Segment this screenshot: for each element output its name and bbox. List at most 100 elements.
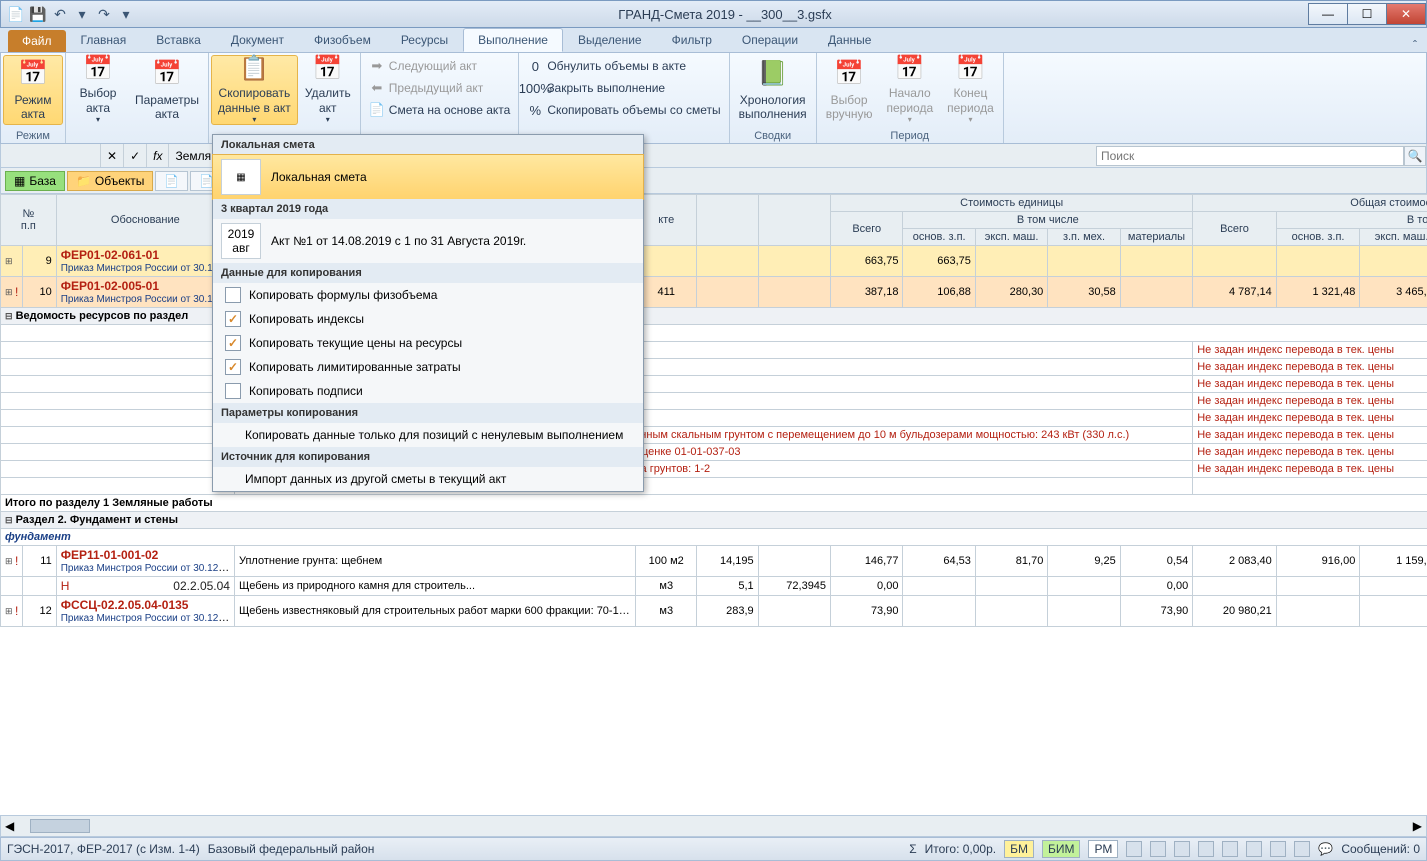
maximize-button[interactable]: ☐ (1347, 3, 1387, 25)
check-limits[interactable]: ✓Копировать лимитированные затраты (213, 355, 643, 379)
tab-filter[interactable]: Фильтр (657, 28, 727, 52)
act-mode-button[interactable]: 📅Режим акта (3, 55, 63, 125)
minimize-button[interactable]: — (1308, 3, 1348, 25)
tab-main[interactable]: Главная (66, 28, 142, 52)
col-osnov2[interactable]: основ. з.п. (1276, 229, 1360, 246)
period-end-button[interactable]: 📅Конец периода▾ (940, 55, 1001, 125)
qat-customize-icon[interactable]: ▾ (117, 5, 135, 23)
search-icon: 🔍 (1408, 149, 1423, 163)
table-row[interactable]: Н 02.2.05.04Щебень из природного камня д… (1, 577, 1427, 596)
horizontal-scrollbar[interactable]: ◀ ▶ (0, 815, 1427, 837)
zero-volumes-item[interactable]: 0Обнулить объемы в акте (521, 55, 726, 77)
col-kte[interactable]: кте (636, 195, 697, 246)
select-act-button[interactable]: 📅Выбор акта▾ (68, 55, 128, 125)
tab-fizobyem[interactable]: Физобъем (299, 28, 386, 52)
import-data-item[interactable]: Импорт данных из другой сметы в текущий … (213, 467, 643, 491)
col-qty2[interactable] (758, 195, 830, 246)
tab-data[interactable]: Данные (813, 28, 886, 52)
baza-button[interactable]: ▦База (5, 171, 65, 191)
scroll-thumb[interactable] (30, 819, 90, 833)
chronology-button[interactable]: 📗Хронология выполнения (732, 55, 814, 125)
status-icon4[interactable] (1198, 841, 1214, 857)
status-bar: ГЭСН-2017, ФЕР-2017 (с Изм. 1-4) Базовый… (0, 837, 1427, 861)
fx-icon[interactable]: fx (147, 144, 169, 167)
copy-data-to-act-button[interactable]: 📋Скопировать данные в акт▾ (211, 55, 298, 125)
col-zpmeh1[interactable]: з.п. мех. (1048, 229, 1120, 246)
close-execution-item[interactable]: 100%Закрыть выполнение (521, 77, 726, 99)
tab-operations[interactable]: Операции (727, 28, 813, 52)
qat-save-icon[interactable]: 💾 (29, 5, 47, 23)
col-basis[interactable]: Обоснование (56, 195, 234, 246)
table-row[interactable]: Итого по разделу 1 Земляные работы (1, 495, 1427, 512)
copy-volumes-item[interactable]: %Скопировать объемы со сметы (521, 99, 726, 121)
col-total-cost[interactable]: Общая стоимость (1193, 195, 1427, 212)
status-icon2[interactable] (1150, 841, 1166, 857)
check-signatures[interactable]: Копировать подписи (213, 379, 643, 403)
check-prices[interactable]: ✓Копировать текущие цены на ресурсы (213, 331, 643, 355)
check-formulas[interactable]: Копировать формулы физобъема (213, 283, 643, 307)
col-eksp2[interactable]: эксп. маш. (1360, 229, 1427, 246)
doc1-button[interactable]: 📄 (155, 171, 188, 191)
badge-bim[interactable]: БИМ (1042, 840, 1081, 858)
delete-act-button[interactable]: 📅Удалить акт▾ (298, 55, 358, 125)
ribbon-collapse-icon[interactable]: ˆ (1413, 38, 1417, 52)
scroll-left-icon[interactable]: ◀ (1, 819, 18, 833)
tab-execution[interactable]: Выполнение (463, 28, 563, 52)
local-estimate-item[interactable]: ▦ Локальная смета (212, 154, 644, 200)
col-vtom1[interactable]: В том числе (903, 212, 1193, 229)
folder-icon: 📁 (76, 174, 91, 188)
tab-document[interactable]: Документ (216, 28, 299, 52)
col-unit-cost[interactable]: Стоимость единицы (831, 195, 1193, 212)
tab-selection[interactable]: Выделение (563, 28, 657, 52)
table-row[interactable]: ⊞!11ФЕР11-01-001-02Приказ Минстроя Росси… (1, 546, 1427, 577)
checkbox-checked-icon: ✓ (225, 335, 241, 351)
status-icon3[interactable] (1174, 841, 1190, 857)
qat-undo-icon[interactable]: ↶ (51, 5, 69, 23)
col-num[interactable]: № п.п (1, 195, 57, 246)
scroll-right-icon[interactable]: ▶ (1409, 819, 1426, 833)
prev-act-item[interactable]: ⬅Предыдущий акт (363, 77, 517, 99)
badge-bm[interactable]: БМ (1004, 840, 1034, 858)
cancel-edit-icon[interactable]: ✕ (101, 144, 124, 167)
name-box[interactable] (1, 144, 101, 167)
confirm-edit-icon[interactable]: ✓ (124, 144, 147, 167)
badge-rm[interactable]: РМ (1088, 840, 1118, 858)
table-row[interactable]: ⊟ Раздел 2. Фундамент и стены (1, 512, 1427, 529)
col-eksp1[interactable]: эксп. маш. (975, 229, 1047, 246)
col-vsego2[interactable]: Всего (1193, 212, 1277, 246)
messages-icon[interactable]: 💬 (1318, 842, 1333, 856)
col-vsego1[interactable]: Всего (831, 212, 903, 246)
title-bar: 📄 💾 ↶ ▾ ↷ ▾ ГРАНД-Смета 2019 - __300__3.… (0, 0, 1427, 28)
qat-redo-icon[interactable]: ↷ (95, 5, 113, 23)
close-button[interactable]: ✕ (1386, 3, 1426, 25)
qat-new-icon[interactable]: 📄 (7, 5, 25, 23)
act-params-button[interactable]: 📅Параметры акта (128, 55, 206, 125)
period-start-button[interactable]: 📅Начало периода▾ (879, 55, 940, 125)
table-row[interactable]: фундамент (1, 529, 1427, 546)
estimate-from-act-item[interactable]: 📄Смета на основе акта (363, 99, 517, 121)
tab-resources[interactable]: Ресурсы (386, 28, 463, 52)
copy-nonzero-item[interactable]: Копировать данные только для позиций с н… (213, 423, 643, 447)
qat-undo-dropdown-icon[interactable]: ▾ (73, 5, 91, 23)
check-indexes[interactable]: ✓Копировать индексы (213, 307, 643, 331)
col-qty[interactable] (697, 195, 758, 246)
status-icon7[interactable] (1270, 841, 1286, 857)
next-act-item[interactable]: ➡Следующий акт (363, 55, 517, 77)
table-row[interactable]: ⊞!12ФССЦ-02.2.05.04-0135Приказ Минстроя … (1, 596, 1427, 627)
file-tab[interactable]: Файл (8, 30, 66, 52)
ribbon-tabs: Файл Главная Вставка Документ Физобъем Р… (0, 28, 1427, 52)
col-osnov1[interactable]: основ. з.п. (903, 229, 975, 246)
act-item[interactable]: 2019авг Акт №1 от 14.08.2019 с 1 по 31 А… (213, 219, 643, 263)
status-icon5[interactable] (1222, 841, 1238, 857)
status-icon6[interactable] (1246, 841, 1262, 857)
manual-select-button[interactable]: 📅Выбор вручную (819, 55, 880, 125)
objects-button[interactable]: 📁Объекты (67, 171, 153, 191)
search-button[interactable]: 🔍 (1404, 146, 1426, 166)
status-icon1[interactable] (1126, 841, 1142, 857)
status-icon8[interactable] (1294, 841, 1310, 857)
status-messages[interactable]: Сообщений: 0 (1341, 842, 1420, 856)
col-vtom2[interactable]: В том числе (1276, 212, 1427, 229)
search-input[interactable] (1096, 146, 1404, 166)
tab-insert[interactable]: Вставка (141, 28, 216, 52)
col-mat1[interactable]: материалы (1120, 229, 1192, 246)
